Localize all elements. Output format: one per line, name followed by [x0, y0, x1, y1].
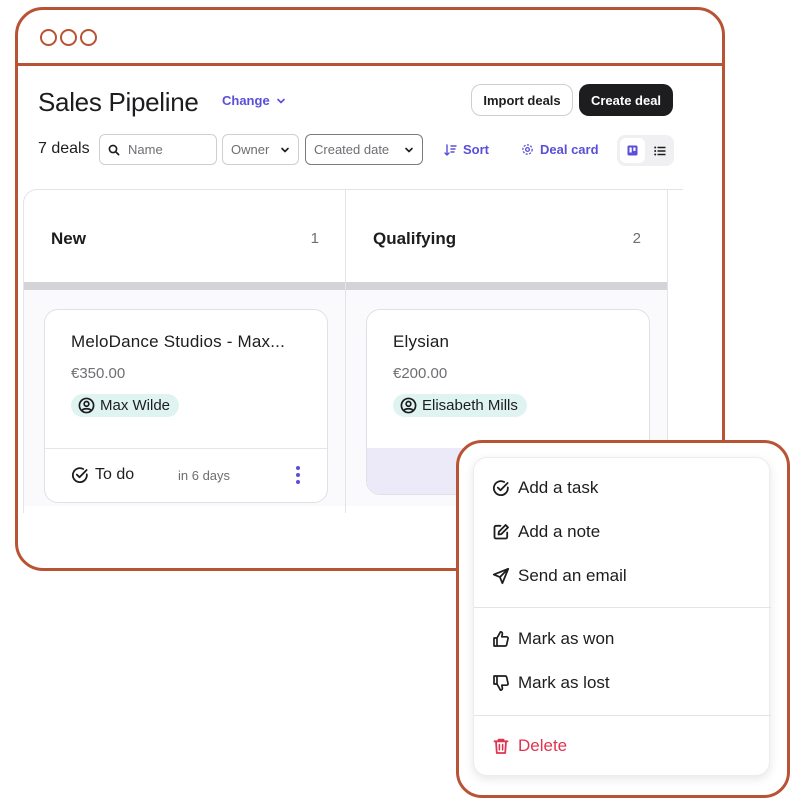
menu-divider: [474, 607, 771, 608]
task-due: in 6 days: [178, 468, 231, 483]
deal-card[interactable]: MeloDance Studios - Max... €350.00 Max W…: [44, 309, 328, 503]
menu-item-mark-lost[interactable]: Mark as lost: [492, 673, 610, 693]
menu-item-label: Add a task: [518, 478, 599, 497]
deal-card-main: Elysian €200.00 Elisabeth Mills: [367, 310, 649, 448]
owner-chip[interactable]: Elisabeth Mills: [393, 394, 527, 417]
column-title: Qualifying: [373, 229, 457, 248]
deal-actions-menu: Add a task Add a note Send an email Mark…: [473, 457, 771, 776]
deal-card-footer: To do in 6 days: [45, 448, 327, 502]
owner-chip[interactable]: Max Wilde: [71, 394, 180, 417]
view-toggle: [617, 135, 674, 166]
menu-item-label: Send an email: [518, 566, 627, 585]
column-body: MeloDance Studios - Max... €350.00 Max W…: [24, 290, 345, 506]
owner-name: Elisabeth Mills: [422, 397, 518, 414]
task-label: To do: [95, 466, 135, 483]
thumbs-down-icon: [493, 675, 509, 692]
send-icon: [492, 567, 510, 585]
column-title: New: [51, 229, 86, 248]
edit-icon: [493, 524, 509, 540]
import-deals-button[interactable]: Import deals: [471, 84, 573, 116]
menu-item-send-email[interactable]: Send an email: [492, 566, 627, 586]
stage-column-new: New 1 MeloDance Studios - Max... €350.00…: [24, 190, 346, 513]
window-dot-icon: [60, 29, 77, 46]
column-count: 1: [310, 230, 319, 247]
owner-select[interactable]: Owner: [222, 134, 299, 165]
menu-item-label: Delete: [518, 736, 568, 755]
column-count: 2: [632, 230, 641, 247]
list-view-button[interactable]: [648, 138, 671, 163]
board-view-button[interactable]: [620, 138, 645, 163]
user-circle-icon: [400, 397, 417, 414]
change-pipeline-button[interactable]: Change: [222, 93, 286, 108]
thumbs-up-icon: [493, 630, 509, 647]
chevron-down-icon: [281, 147, 289, 152]
sort-label: Sort: [463, 142, 489, 157]
deal-card-label: Deal card: [540, 142, 599, 157]
list-view-icon: [653, 146, 665, 155]
menu-divider: [474, 715, 771, 716]
menu-item-add-task[interactable]: Add a task: [492, 478, 598, 498]
created-date-label: Created date: [314, 142, 390, 157]
window-dot-icon: [40, 29, 57, 46]
owner-label: Owner: [231, 142, 270, 157]
sort-icon: [444, 143, 457, 156]
search-icon: [108, 144, 120, 155]
check-circle-icon: [492, 480, 509, 496]
deal-card-main: MeloDance Studios - Max... €350.00 Max W…: [45, 310, 327, 448]
board-view-icon: [627, 145, 638, 156]
menu-item-delete[interactable]: Delete: [492, 736, 567, 756]
window-dot-icon: [80, 29, 97, 46]
deal-amount: €200.00: [393, 365, 448, 382]
column-header: New 1: [24, 190, 345, 290]
chevron-down-icon: [276, 98, 285, 103]
chevron-down-icon: [405, 147, 413, 152]
owner-name: Max Wilde: [100, 397, 171, 414]
deal-amount: €350.00: [71, 365, 126, 382]
deal-title: MeloDance Studios - Max...: [71, 332, 286, 351]
user-circle-icon: [78, 397, 95, 414]
create-deal-button[interactable]: Create deal: [579, 84, 673, 116]
window-titlebar: [18, 10, 722, 66]
sort-button[interactable]: Sort: [444, 142, 489, 157]
change-label: Change: [222, 93, 270, 108]
more-options-icon[interactable]: [295, 466, 301, 484]
trash-icon: [493, 738, 509, 754]
check-circle-icon: [71, 467, 88, 483]
name-search-input[interactable]: Name: [99, 134, 217, 165]
menu-item-label: Add a note: [518, 522, 601, 541]
gear-icon: [522, 144, 533, 155]
task-status[interactable]: To do: [71, 466, 134, 484]
deal-card-settings-button[interactable]: Deal card: [521, 142, 599, 157]
deal-count: 7 deals: [38, 140, 90, 157]
page-title: Sales Pipeline: [38, 87, 199, 117]
column-header: Qualifying 2: [346, 190, 667, 290]
menu-item-label: Mark as lost: [518, 673, 610, 692]
deal-title: Elysian: [393, 332, 450, 351]
menu-item-add-note[interactable]: Add a note: [492, 522, 600, 542]
menu-item-label: Mark as won: [518, 629, 615, 648]
name-placeholder: Name: [128, 142, 163, 157]
menu-item-mark-won[interactable]: Mark as won: [492, 629, 614, 649]
created-date-select[interactable]: Created date: [305, 134, 423, 165]
